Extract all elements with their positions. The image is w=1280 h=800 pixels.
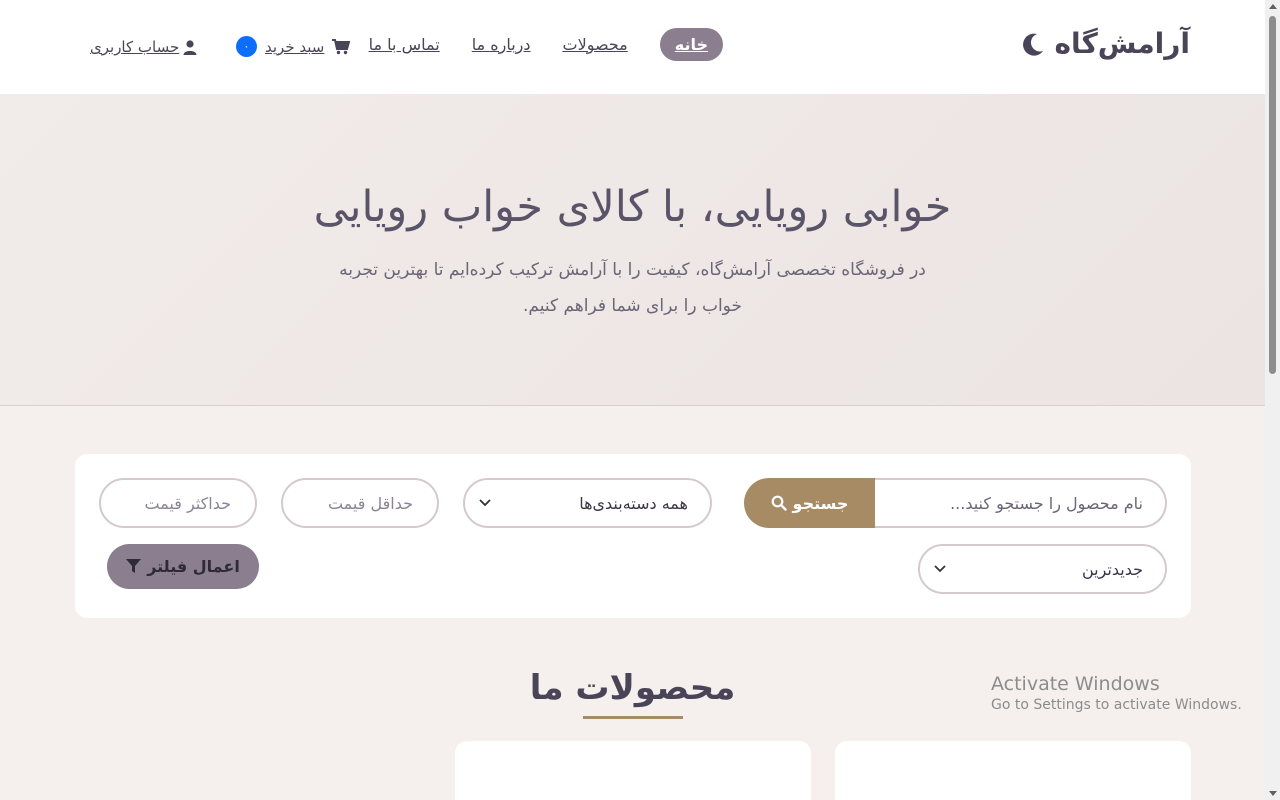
cart-label: سبد خرید (265, 37, 325, 56)
main-nav: خانه محصولات درباره ما تماس با ما (369, 28, 723, 61)
scrollbar-thumb[interactable] (1269, 16, 1276, 374)
apply-filter-label: اعمال فیلتر (147, 557, 240, 576)
search-button-label: جستجو (792, 493, 849, 513)
moon-icon (1020, 31, 1046, 57)
cart-icon (332, 38, 351, 55)
watermark-title: Activate Windows (991, 673, 1160, 695)
scroll-up-arrow-icon[interactable] (1269, 4, 1277, 9)
user-icon (183, 39, 197, 55)
product-card[interactable] (835, 741, 1191, 800)
search-group: نام محصول را جستجو کنید... جستجو (744, 478, 1167, 528)
brand-logo[interactable]: آرامش‌گاه (1020, 27, 1190, 60)
account-link[interactable]: حساب کاربری (90, 38, 197, 56)
page-scrollbar[interactable] (1265, 0, 1280, 800)
search-icon (771, 495, 787, 511)
max-price-input[interactable]: حداکثر قیمت (99, 478, 257, 528)
hero-title: خوابی رویایی، با کالای خواب رویایی (313, 182, 952, 232)
scroll-down-arrow-icon[interactable] (1269, 791, 1277, 796)
nav-link-contact[interactable]: تماس با ما (369, 35, 440, 54)
filter-icon (126, 559, 142, 574)
product-card[interactable] (455, 741, 811, 800)
cart-count-badge: ۰ (236, 36, 257, 57)
nav-link-about[interactable]: درباره ما (472, 35, 531, 54)
sort-select-value: جدیدترین (1081, 559, 1143, 579)
nav-link-products[interactable]: محصولات (563, 35, 628, 54)
watermark-subtitle: Go to Settings to activate Windows. (991, 697, 1242, 713)
hero-subtitle: در فروشگاه تخصصی آرامش‌گاه، کیفیت را با … (339, 260, 926, 316)
category-select-value: همه دسته‌بندی‌ها (579, 493, 688, 513)
apply-filter-button[interactable]: اعمال فیلتر (107, 544, 259, 589)
search-input[interactable]: نام محصول را جستجو کنید... (875, 478, 1167, 528)
navbar: آرامش‌گاه خانه محصولات درباره ما تماس با… (0, 0, 1265, 94)
min-price-input[interactable]: حداقل قیمت (281, 478, 439, 528)
windows-activation-watermark: Activate Windows Go to Settings to activ… (991, 673, 1242, 713)
filter-panel: نام محصول را جستجو کنید... جستجو همه دست… (75, 454, 1191, 618)
title-underline (583, 716, 683, 719)
chevron-down-icon (934, 565, 946, 573)
account-label: حساب کاربری (90, 38, 180, 56)
brand-name: آرامش‌گاه (1054, 27, 1190, 60)
search-button[interactable]: جستجو (744, 478, 875, 528)
chevron-down-icon (479, 499, 491, 507)
sort-select[interactable]: جدیدترین (918, 544, 1167, 594)
hero-section: خوابی رویایی، با کالای خواب رویایی در فر… (0, 94, 1265, 406)
nav-link-home[interactable]: خانه (659, 28, 723, 61)
category-select[interactable]: همه دسته‌بندی‌ها (463, 478, 712, 528)
cart-link[interactable]: سبد خرید ۰ (236, 36, 351, 57)
